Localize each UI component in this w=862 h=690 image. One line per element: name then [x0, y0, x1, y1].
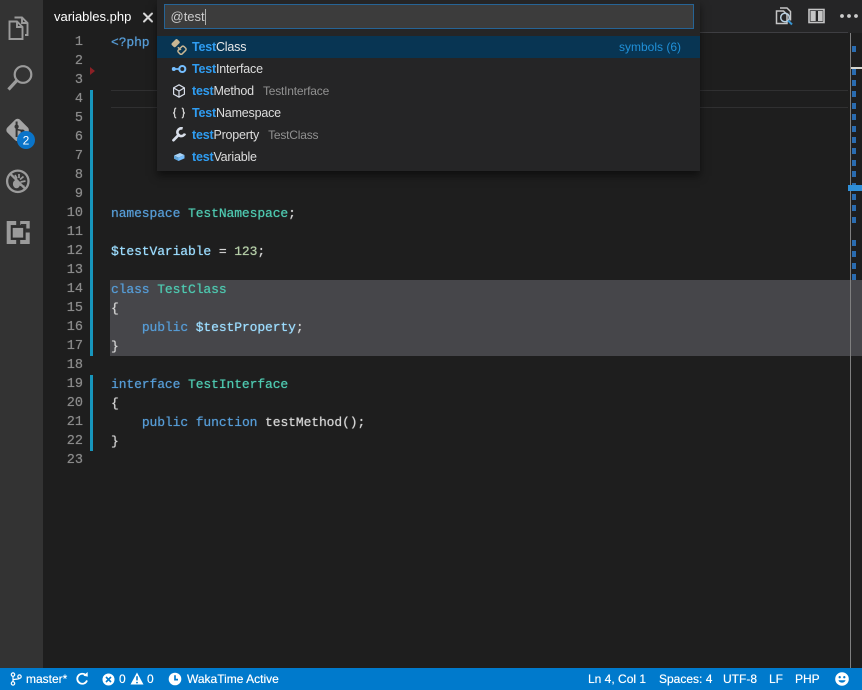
svg-text:2: 2 — [23, 134, 30, 148]
